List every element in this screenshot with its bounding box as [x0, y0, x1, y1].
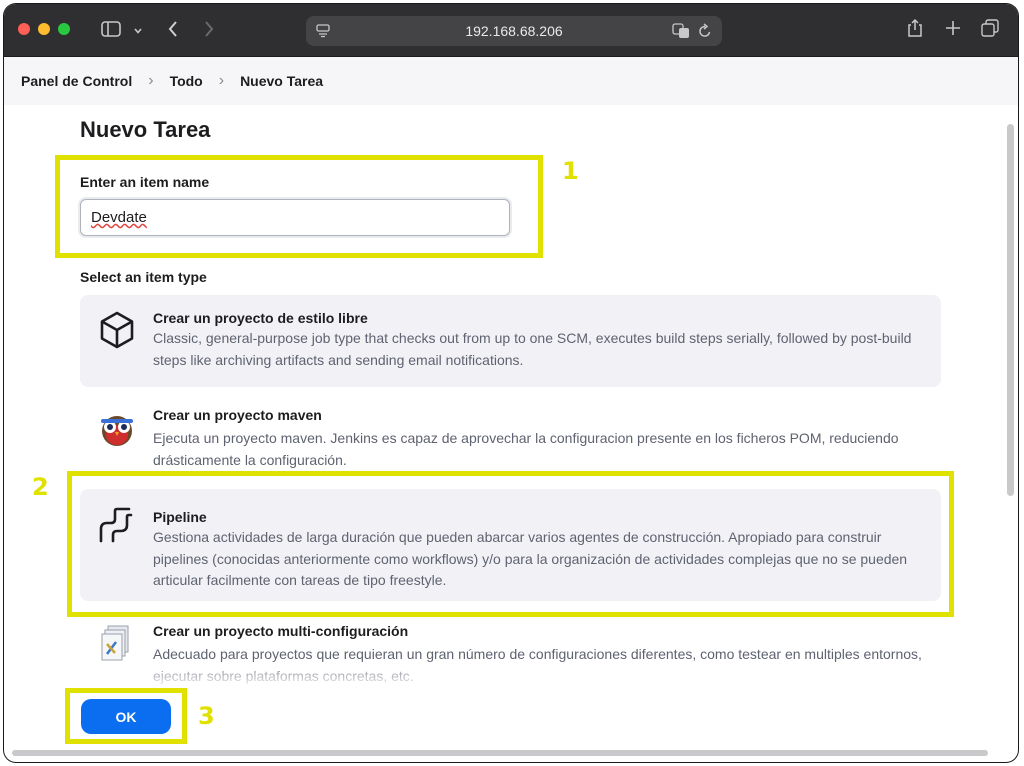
reload-icon[interactable]	[698, 23, 712, 44]
maven-owl-icon	[97, 411, 137, 454]
horizontal-scrollbar[interactable]	[12, 750, 988, 756]
item-maven-title: Crear un proyecto maven	[153, 407, 322, 423]
page-title: Nuevo Tarea	[80, 117, 211, 142]
close-window-button[interactable]	[18, 23, 30, 35]
item-freestyle[interactable]: Crear un proyecto de estilo libre Classi…	[80, 295, 941, 387]
box-icon	[98, 310, 136, 355]
forward-icon[interactable]	[203, 19, 215, 44]
breadcrumb-new-task[interactable]: Nuevo Tarea	[240, 73, 323, 89]
annotation-3: 3	[198, 702, 215, 730]
item-freestyle-title: Crear un proyecto de estilo libre	[153, 310, 368, 326]
breadcrumb: Panel de Control › Todo › Nuevo Tarea	[4, 57, 1018, 105]
annotation-2: 2	[32, 473, 49, 501]
browser-window: 192.168.68.206 Panel de Control › Todo ›…	[4, 4, 1018, 762]
chevron-right-icon: ›	[148, 72, 154, 89]
translate-icon[interactable]	[672, 23, 690, 44]
back-icon[interactable]	[167, 19, 179, 44]
item-name-label: Enter an item name	[80, 174, 210, 190]
item-name-input[interactable]: Devdate	[80, 199, 510, 236]
share-icon[interactable]	[907, 18, 923, 43]
item-maven[interactable]: Crear un proyecto maven Ejecuta un proye…	[80, 392, 941, 472]
scroll-fade	[4, 659, 964, 689]
annotation-1: 1	[562, 157, 579, 185]
highlight-box-3	[65, 688, 187, 744]
breadcrumb-dashboard[interactable]: Panel de Control	[21, 73, 132, 89]
vertical-scrollbar[interactable]	[1007, 124, 1014, 496]
item-freestyle-description: Classic, general-purpose job type that c…	[153, 330, 912, 368]
item-type-label: Select an item type	[80, 269, 207, 285]
sidebar-toggle-icon[interactable]	[101, 21, 121, 42]
item-maven-description: Ejecuta un proyecto maven. Jenkins es ca…	[153, 430, 899, 468]
highlight-box-2	[67, 471, 954, 617]
url-text: 192.168.68.206	[465, 23, 563, 39]
zoom-window-button[interactable]	[58, 23, 70, 35]
item-name-value: Devdate	[91, 209, 147, 226]
tab-overview-icon[interactable]	[981, 19, 999, 42]
minimize-window-button[interactable]	[38, 23, 50, 35]
breadcrumb-all[interactable]: Todo	[170, 73, 203, 89]
new-tab-icon[interactable]	[945, 20, 961, 41]
item-multi-config-title: Crear un proyecto multi-configuración	[153, 623, 409, 639]
browser-toolbar: 192.168.68.206	[4, 4, 1018, 57]
chevron-down-icon[interactable]	[133, 23, 143, 41]
chevron-right-icon: ›	[218, 72, 225, 89]
address-bar[interactable]: 192.168.68.206	[306, 16, 722, 46]
